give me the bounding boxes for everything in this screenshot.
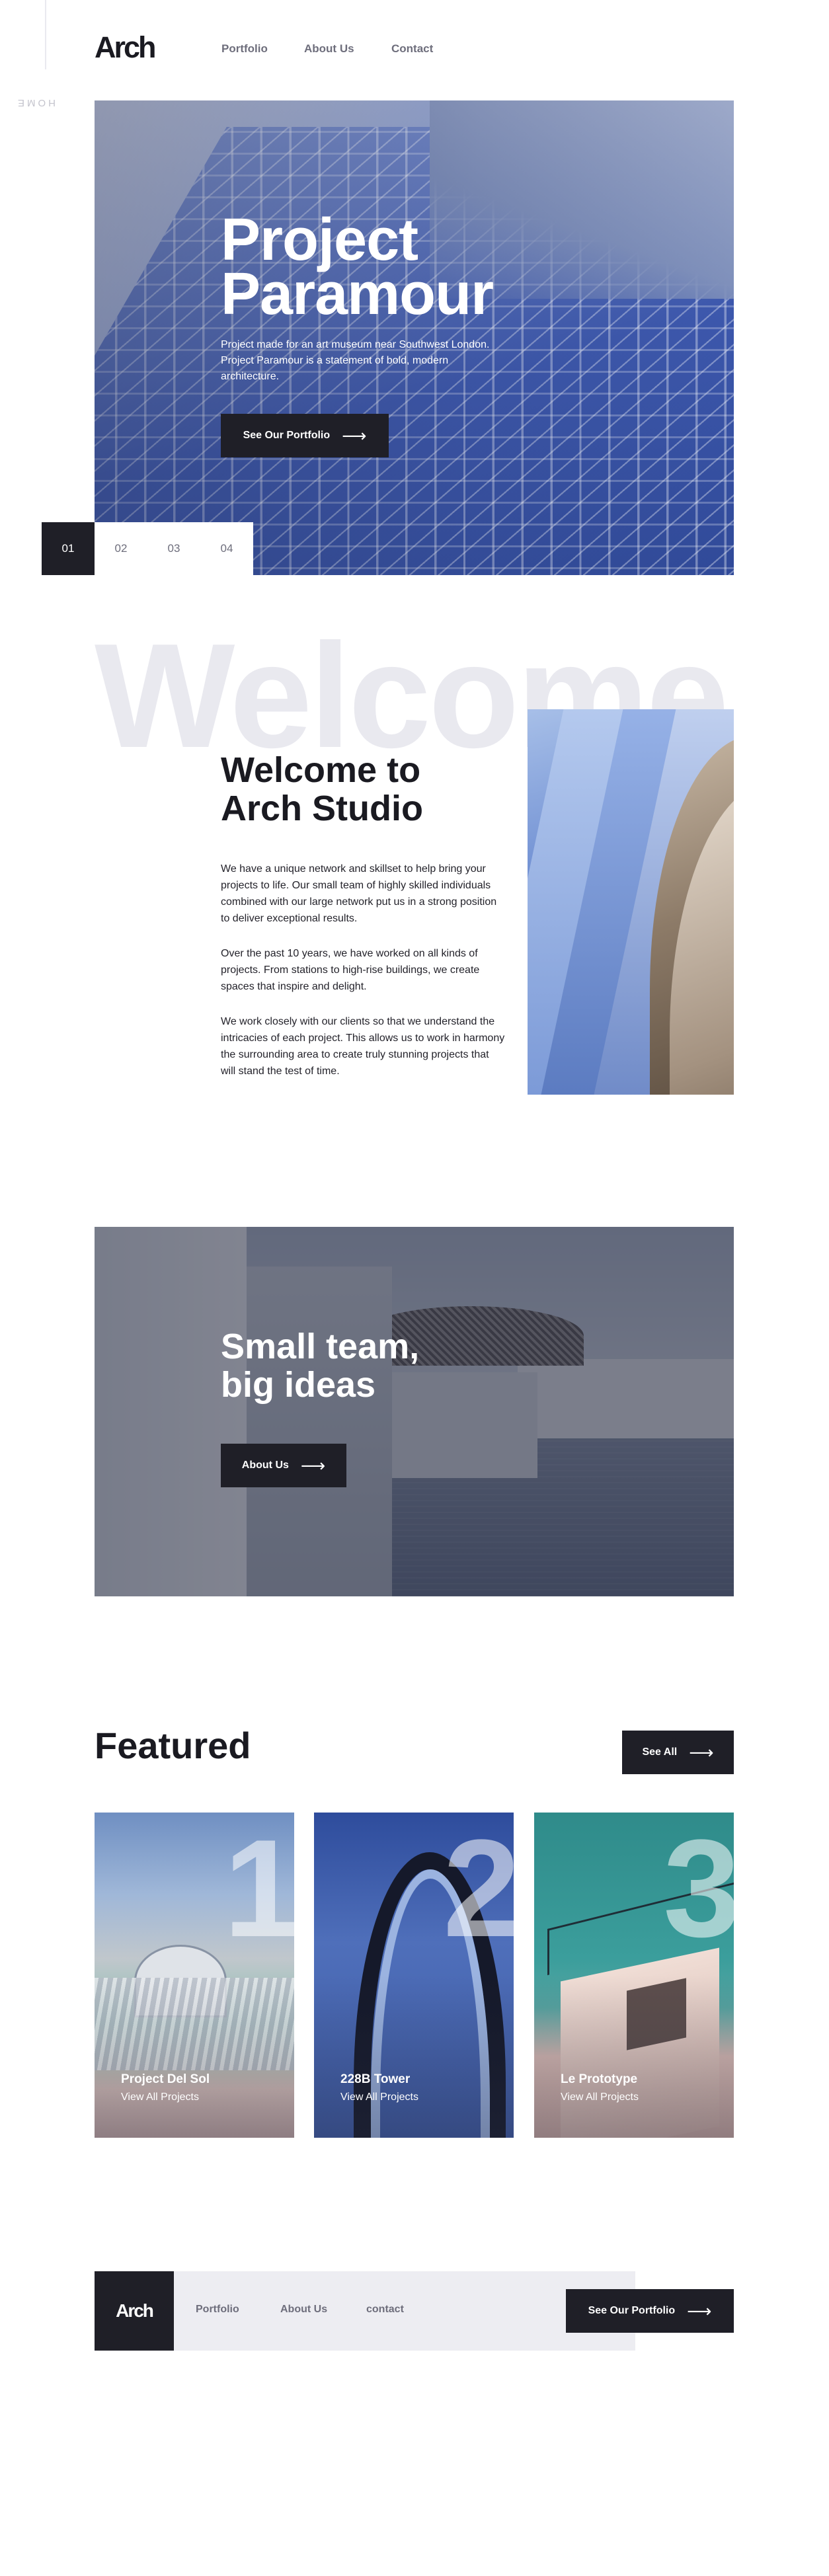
- nav-about-us[interactable]: About Us: [304, 42, 354, 56]
- team-title: Small team, big ideas: [221, 1327, 420, 1405]
- card-number: 1: [223, 1813, 294, 1966]
- slide-selector: 01 02 03 04: [42, 522, 253, 575]
- arrow-right-icon: ⟶: [689, 1742, 714, 1762]
- slide-01[interactable]: 01: [42, 522, 95, 575]
- footer-see-portfolio-button[interactable]: See Our Portfolio ⟶: [566, 2289, 734, 2333]
- footer-nav-about-us[interactable]: About Us: [280, 2304, 327, 2316]
- nav-contact[interactable]: Contact: [391, 42, 433, 56]
- side-home-label: HOME: [15, 97, 56, 108]
- card-title: Project Del Sol: [121, 2072, 210, 2086]
- welcome-paragraph-1: We have a unique network and skillset to…: [221, 863, 497, 924]
- side-divider: [45, 0, 46, 69]
- welcome-title: Welcome to Arch Studio: [221, 750, 423, 828]
- arrow-right-icon: ⟶: [687, 2301, 712, 2321]
- slide-02[interactable]: 02: [95, 522, 147, 575]
- featured-card-le-prototype[interactable]: 3 Le Prototype View All Projects: [534, 1813, 734, 2138]
- nav-portfolio[interactable]: Portfolio: [221, 42, 268, 56]
- card-view-link[interactable]: View All Projects: [561, 2091, 639, 2103]
- card-view-link[interactable]: View All Projects: [121, 2091, 199, 2103]
- card-title: Le Prototype: [561, 2072, 638, 2086]
- featured-card-project-del-sol[interactable]: 1 Project Del Sol View All Projects: [95, 1813, 294, 2138]
- arrow-right-icon: ⟶: [300, 1456, 326, 1475]
- card-number: 2: [443, 1813, 514, 1966]
- see-all-button[interactable]: See All ⟶: [622, 1731, 734, 1774]
- footer-bar: [95, 2271, 635, 2351]
- hero-description: Project made for an art museum near Sout…: [221, 339, 490, 382]
- slide-03[interactable]: 03: [147, 522, 200, 575]
- card-title: 228B Tower: [340, 2072, 411, 2086]
- footer-nav-contact[interactable]: contact: [366, 2304, 404, 2316]
- about-us-button[interactable]: About Us ⟶: [221, 1444, 346, 1487]
- logo[interactable]: Arch: [95, 30, 157, 65]
- arrow-right-icon: ⟶: [342, 426, 367, 446]
- hero-title: Project Paramour: [221, 207, 494, 327]
- welcome-image: [528, 709, 734, 1095]
- team-image: [95, 1227, 734, 1596]
- welcome-paragraph-3: We work closely with our clients so that…: [221, 1016, 505, 1077]
- card-number: 3: [663, 1813, 734, 1966]
- see-portfolio-button[interactable]: See Our Portfolio ⟶: [221, 414, 389, 457]
- card-view-link[interactable]: View All Projects: [340, 2091, 418, 2103]
- welcome-paragraph-2: Over the past 10 years, we have worked o…: [221, 948, 480, 992]
- footer-logo[interactable]: Arch: [95, 2271, 174, 2351]
- featured-title: Featured: [95, 1725, 251, 1766]
- featured-card-228b-tower[interactable]: 2 228B Tower View All Projects: [314, 1813, 514, 2138]
- slide-04[interactable]: 04: [200, 522, 253, 575]
- footer-nav-portfolio[interactable]: Portfolio: [196, 2304, 239, 2316]
